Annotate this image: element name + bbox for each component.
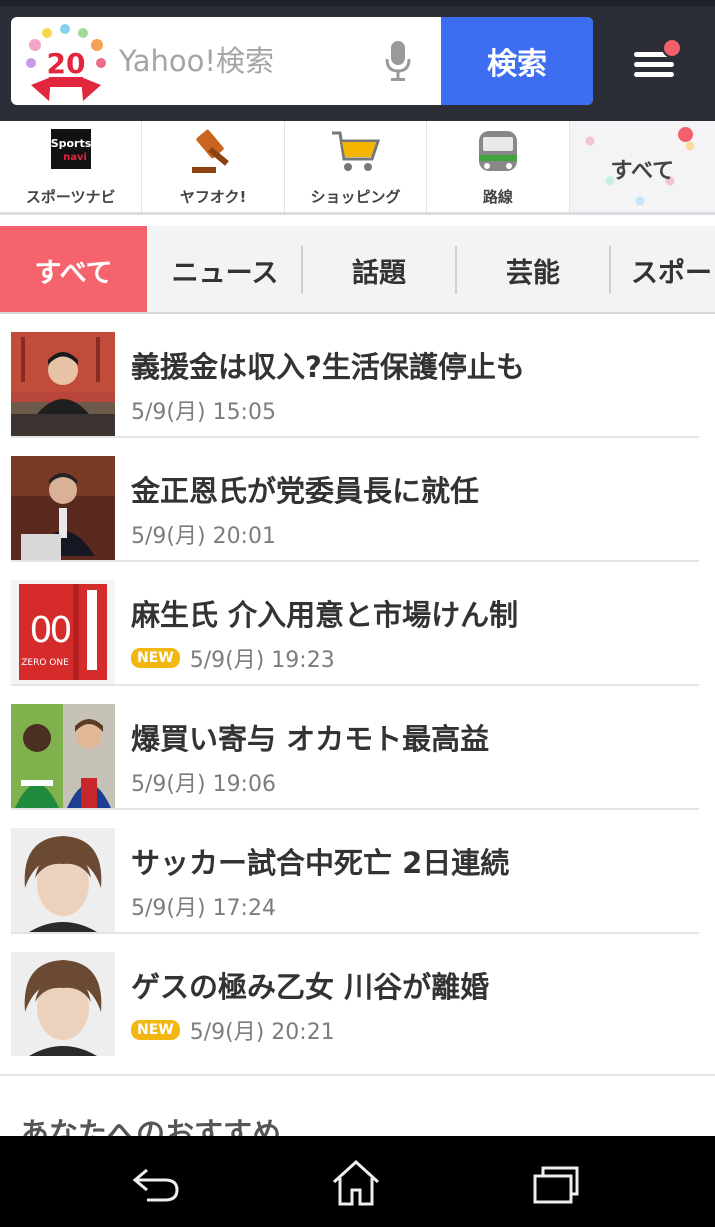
news-meta: 5/9(月) 15:05 [131,394,276,426]
notification-dot [662,38,682,58]
news-timestamp: 5/9(月) 20:21 [189,1020,335,1045]
service-label: 路線 [482,188,513,206]
service-shortcuts: Sports navi スポーツナビ ヤフオク! ショッピング 路線 すべて [0,121,715,215]
new-badge: NEW [131,648,180,668]
news-headline: 麻生氏 介入用意と市場けん制 [131,598,519,632]
news-timestamp: 5/9(月) 17:24 [131,896,276,921]
section-divider [0,1074,715,1076]
news-item[interactable]: 爆買い寄与 オカモト最高益 5/9(月) 19:06 [0,686,715,810]
news-thumbnail [11,456,115,560]
back-icon[interactable] [125,1156,185,1208]
news-timestamp: 5/9(月) 19:06 [131,772,276,797]
news-meta: NEW 5/9(月) 20:21 [131,1014,335,1046]
service-label: ヤフオク! [179,188,247,206]
recent-apps-icon[interactable] [527,1156,587,1208]
microphone-icon[interactable] [383,39,413,83]
recommend-section-title: あなたへのおすすめ [20,1116,282,1136]
news-item[interactable]: ゲスの極み乙女 川谷が離婚 NEW 5/9(月) 20:21 [0,934,715,1058]
app-header: 20 検索 [0,0,715,121]
news-timestamp: 5/9(月) 15:05 [131,400,276,425]
news-item[interactable]: 0 0 ZERO ONE 麻生氏 介入用意と市場けん制 NEW 5/9(月) 1… [0,562,715,686]
news-headline: 義援金は収入?生活保護停止も [131,350,525,384]
tab-topics[interactable]: 話題 [303,226,455,312]
news-timestamp: 5/9(月) 19:23 [189,648,335,673]
news-thumbnail [11,828,115,932]
news-timestamp: 5/9(月) 20:01 [131,524,276,549]
news-meta: NEW 5/9(月) 19:23 [131,642,335,674]
logo-text: 20 [47,47,86,80]
home-icon[interactable] [326,1156,386,1208]
sportsnavi-icon: Sports navi [0,129,141,177]
service-all-label: すべて [610,159,675,184]
menu-bar [634,62,674,67]
new-badge: NEW [131,1020,180,1040]
news-item[interactable]: 義援金は収入?生活保護停止も 5/9(月) 15:05 [0,314,715,438]
system-nav-bar [0,1136,715,1227]
svg-text:0: 0 [50,610,73,651]
menu-bar [634,72,674,77]
news-headline: 金正恩氏が党委員長に就任 [131,474,480,508]
news-headline: サッカー試合中死亡 2日連続 [131,846,510,880]
tab-entertainment[interactable]: 芸能 [457,226,609,312]
svg-text:Sports: Sports [51,137,91,150]
tab-all[interactable]: すべて [0,226,147,312]
notification-dot [678,127,694,142]
yahoo-20th-logo[interactable]: 20 [21,23,111,103]
news-item[interactable]: サッカー試合中死亡 2日連続 5/9(月) 17:24 [0,810,715,934]
news-meta: 5/9(月) 17:24 [131,890,276,922]
service-all[interactable]: すべて [569,121,715,212]
category-tabs: すべて ニュース 話題 芸能 スポー [0,226,715,314]
service-label: ショッピング [310,188,401,206]
news-thumbnail: 0 0 ZERO ONE [11,580,115,684]
news-meta: 5/9(月) 20:01 [131,518,276,550]
svg-text:ZERO ONE: ZERO ONE [21,658,69,668]
menu-button[interactable] [630,38,686,88]
service-auction[interactable]: ヤフオク! [142,121,285,212]
news-thumbnail [11,952,115,1056]
train-icon [427,129,568,177]
news-thumbnail [11,704,115,808]
search-button[interactable]: 検索 [441,17,593,105]
tab-news[interactable]: ニュース [150,226,300,312]
news-headline: ゲスの極み乙女 川谷が離婚 [131,970,490,1004]
search-input[interactable] [119,17,369,105]
status-strip [0,0,715,6]
service-label: スポーツナビ [25,188,116,206]
svg-text:navi: navi [63,152,87,163]
shopping-cart-icon [285,129,426,177]
tab-sports[interactable]: スポー [611,226,715,312]
news-headline: 爆買い寄与 オカモト最高益 [131,722,490,756]
search-box: 20 検索 [11,17,593,105]
service-sportsnavi[interactable]: Sports navi スポーツナビ [0,121,143,212]
service-train[interactable]: 路線 [427,121,570,212]
news-item[interactable]: 金正恩氏が党委員長に就任 5/9(月) 20:01 [0,438,715,562]
news-meta: 5/9(月) 19:06 [131,766,276,798]
auction-gavel-icon [142,129,283,177]
news-thumbnail [11,332,115,436]
service-shopping[interactable]: ショッピング [285,121,428,212]
